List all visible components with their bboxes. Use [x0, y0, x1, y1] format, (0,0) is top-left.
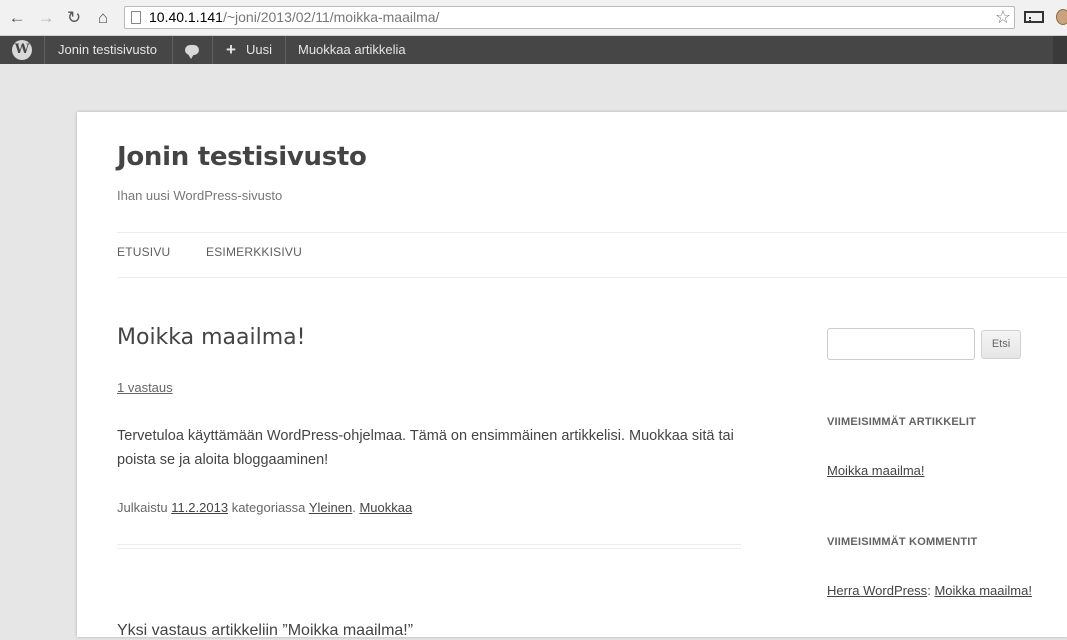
site-description: Ihan uusi WordPress-sivusto	[117, 188, 283, 203]
recent-post-item: Moikka maailma!	[827, 463, 925, 478]
home-icon[interactable]: ⌂	[93, 8, 113, 28]
site-title[interactable]: Jonin testisivusto	[117, 142, 367, 172]
admin-bar-divider	[212, 36, 213, 64]
search-input[interactable]	[827, 328, 975, 360]
divider	[117, 277, 1067, 278]
category-link[interactable]: Yleinen	[309, 500, 352, 515]
extension-cookie-icon[interactable]	[1056, 9, 1067, 25]
divider	[117, 232, 1067, 233]
admin-bar-divider	[285, 36, 286, 64]
meta-category-prefix: kategoriassa	[231, 500, 306, 515]
comments-title: Yksi vastaus artikkeliin ”Moikka maailma…	[117, 622, 414, 639]
meta-separator: .	[352, 500, 356, 515]
meta-prefix: Julkaistu	[117, 500, 168, 515]
wordpress-logo-icon[interactable]: W	[12, 40, 32, 60]
comment-post-link[interactable]: Moikka maailma!	[934, 583, 1032, 598]
edit-post-link[interactable]: Muokkaa	[359, 500, 412, 515]
browser-toolbar: ← → ↻ ⌂ 10.40.1.141/~joni/2013/02/11/moi…	[0, 0, 1067, 36]
search-button[interactable]: Etsi	[981, 330, 1021, 359]
menu-item-etusivu[interactable]: ETUSIVU	[117, 245, 170, 259]
page-container: Jonin testisivusto Ihan uusi WordPress-s…	[77, 112, 1067, 639]
bookmark-star-icon[interactable]: ☆	[995, 7, 1011, 28]
wp-admin-bar: W Jonin testisivusto + Uusi Muokkaa arti…	[0, 36, 1067, 64]
admin-bar-divider	[172, 36, 173, 64]
recent-comments-title: VIIMEISIMMÄT KOMMENTIT	[827, 536, 978, 548]
recent-posts-title: VIIMEISIMMÄT ARTIKKELIT	[827, 416, 977, 428]
post-content: Tervetuloa käyttämään WordPress-ohjelmaa…	[117, 428, 734, 468]
admin-bar-site-name[interactable]: Jonin testisivusto	[58, 36, 157, 64]
page-icon	[131, 11, 141, 24]
comment-separator: :	[927, 583, 931, 598]
comments-link[interactable]: 1 vastaus	[117, 380, 173, 395]
plus-icon[interactable]: +	[226, 36, 236, 64]
post-date-link[interactable]: 11.2.2013	[171, 500, 228, 515]
recent-post-link[interactable]: Moikka maailma!	[827, 463, 925, 478]
comment-bubble-icon[interactable]	[185, 45, 199, 59]
post-title[interactable]: Moikka maailma!	[117, 325, 305, 350]
forward-arrow-icon[interactable]: →	[36, 8, 56, 28]
post-meta: Julkaistu 11.2.2013 kategoriassa Yleinen…	[117, 500, 412, 515]
menu-item-esimerkkisivu[interactable]: ESIMERKKISIVU	[206, 245, 302, 259]
comment-author-link[interactable]: Herra WordPress	[827, 583, 927, 598]
extension-ruler-icon[interactable]	[1024, 11, 1044, 23]
url-path: /~joni/2013/02/11/moikka-maailma/	[222, 9, 440, 25]
reload-icon[interactable]: ↻	[64, 8, 84, 28]
url-host: 10.40.1.141	[149, 9, 223, 25]
url-text: 10.40.1.141/~joni/2013/02/11/moikka-maai…	[149, 7, 439, 28]
admin-bar-right-edge	[1053, 36, 1067, 64]
recent-comment-item: Herra WordPress: Moikka maailma!	[827, 583, 1032, 598]
admin-bar-divider	[44, 36, 45, 64]
back-arrow-icon[interactable]: ←	[7, 8, 27, 28]
post-separator	[117, 544, 741, 549]
address-bar[interactable]: 10.40.1.141/~joni/2013/02/11/moikka-maai…	[124, 6, 1015, 29]
admin-bar-edit-post[interactable]: Muokkaa artikkelia	[298, 36, 406, 64]
admin-bar-new[interactable]: Uusi	[246, 36, 272, 64]
